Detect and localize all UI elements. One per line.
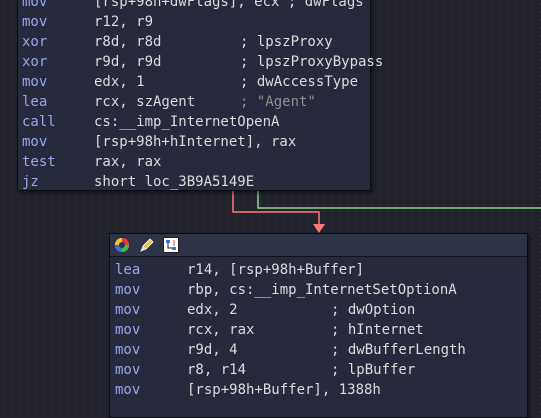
instruction-mnemonic: xor (22, 54, 48, 70)
instruction-operands[interactable]: rbp, cs:__imp_InternetSetOptionA (187, 280, 457, 300)
instruction-comment: ; hInternet (331, 322, 424, 338)
instruction-line[interactable]: lea r14, [rsp+98h+Buffer] (115, 260, 525, 280)
instruction-operands[interactable]: r14, [rsp+98h+Buffer] (187, 260, 364, 280)
graph-view-icon[interactable] (163, 237, 179, 253)
instruction-operands[interactable]: rcx, szAgent (94, 92, 195, 112)
instruction-operands[interactable]: [rsp+98h+dwFlags], ecx ; dwFlags (94, 0, 364, 12)
instruction-mnemonic: mov (22, 134, 48, 150)
instruction-mnemonic: mov (22, 74, 48, 90)
instruction-operands[interactable]: edx, 1 (94, 72, 145, 92)
false-branch-arrowhead (313, 224, 325, 233)
instruction-mnemonic: call (22, 114, 56, 130)
instruction-operands[interactable]: r8, r14 (187, 360, 246, 380)
instruction-mnemonic: mov (22, 0, 48, 10)
instruction-line[interactable]: mov r9d, 4 ; dwBufferLength (115, 340, 525, 360)
instruction-line[interactable]: test rax, rax (22, 152, 367, 172)
instruction-mnemonic: mov (22, 14, 48, 30)
instruction-line[interactable]: mov edx, 1 ; dwAccessType (22, 72, 367, 92)
instruction-line[interactable]: mov r8, r14 ; lpBuffer (115, 360, 525, 380)
instruction-operands[interactable]: short loc_3B9A5149E (94, 172, 254, 192)
instruction-operands[interactable]: rcx, rax (187, 320, 254, 340)
instruction-mnemonic: mov (115, 342, 141, 358)
instruction-comment: ; dwOption (331, 302, 416, 318)
instruction-line[interactable]: xor r8d, r8d ; lpszProxy (22, 32, 367, 52)
instruction-operands[interactable]: edx, 2 (187, 300, 238, 320)
instruction-mnemonic: mov (115, 302, 141, 318)
instruction-line[interactable]: mov rcx, rax ; hInternet (115, 320, 525, 340)
instruction-comment: ; dwBufferLength (331, 342, 466, 358)
pencil-icon[interactable] (139, 237, 155, 253)
instruction-mnemonic: lea (115, 262, 141, 278)
instruction-operands[interactable]: r9d, 4 (187, 340, 238, 360)
instruction-comment: ; lpBuffer (331, 362, 416, 378)
instruction-operands[interactable]: rax, rax (94, 152, 161, 172)
instruction-line[interactable]: mov [rsp+98h+hInternet], rax (22, 132, 367, 152)
instruction-mnemonic: jz (22, 174, 39, 190)
instruction-operands[interactable]: r9d, r9d (94, 52, 161, 72)
block-header (110, 234, 527, 257)
instruction-comment: ; "Agent" (240, 94, 316, 110)
instruction-operands[interactable]: r12, r9 (94, 12, 153, 32)
instruction-operands[interactable]: cs:__imp_InternetOpenA (94, 112, 279, 132)
instruction-mnemonic: xor (22, 34, 48, 50)
instruction-comment: ; dwAccessType (240, 74, 359, 90)
color-wheel-icon[interactable] (114, 237, 130, 253)
instruction-mnemonic: mov (115, 362, 141, 378)
instruction-comment: ; lpszProxy (240, 34, 333, 50)
instruction-comment: ; lpszProxyBypass (240, 54, 384, 70)
instruction-mnemonic: test (22, 154, 56, 170)
instruction-mnemonic: mov (115, 322, 141, 338)
instruction-mnemonic: lea (22, 94, 48, 110)
instruction-line[interactable]: call cs:__imp_InternetOpenA (22, 112, 367, 132)
instruction-mnemonic: mov (115, 282, 141, 298)
instruction-mnemonic: mov (115, 382, 141, 398)
instruction-line[interactable]: mov r12, r9 (22, 12, 367, 32)
instruction-line[interactable]: mov rbp, cs:__imp_InternetSetOptionA (115, 280, 525, 300)
instruction-line[interactable]: jz short loc_3B9A5149E (22, 172, 367, 192)
instruction-operands[interactable]: r8d, r8d (94, 32, 161, 52)
basic-block-internetopen[interactable]: mov [rsp+98h+dwFlags], ecx ; dwFlags mov r1… (17, 0, 383, 192)
instruction-line[interactable]: mov [rsp+98h+dwFlags], ecx ; dwFlags (22, 0, 367, 12)
instruction-line[interactable]: mov edx, 2 ; dwOption (115, 300, 525, 320)
instruction-line[interactable]: lea rcx, szAgent ; "Agent" (22, 92, 367, 112)
instruction-line[interactable]: mov [rsp+98h+Buffer], 1388h (115, 380, 525, 400)
instruction-operands[interactable]: [rsp+98h+Buffer], 1388h (187, 380, 381, 400)
true-branch-edge (257, 191, 541, 209)
instruction-operands[interactable]: [rsp+98h+hInternet], rax (94, 132, 296, 152)
basic-block-internetsetoption[interactable]: lea r14, [rsp+98h+Buffer] mov rbp, cs:__imp… (109, 233, 528, 418)
instruction-line[interactable]: xor r9d, r9d ; lpszProxyBypass (22, 52, 383, 72)
